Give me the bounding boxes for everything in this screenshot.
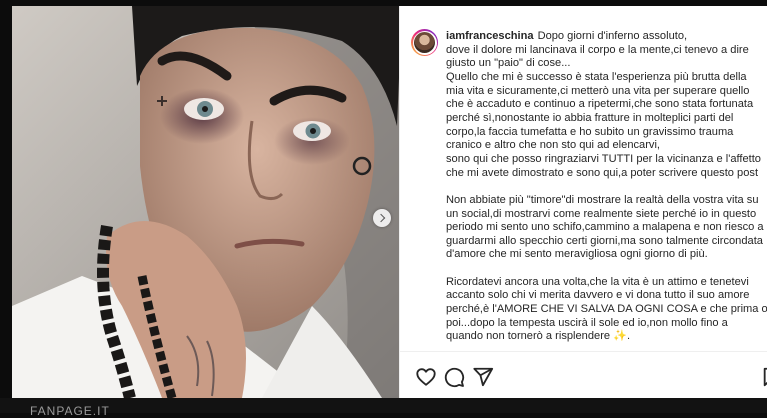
caption-text: un social,di mostrarvi come realmente si… xyxy=(446,207,757,220)
caption-text: accanto solo chi vi merita davvero e vi … xyxy=(446,289,750,302)
caption-line: d'amore che mi sento meravigliosa ogni g… xyxy=(446,248,767,262)
avatar-image xyxy=(414,32,435,53)
caption-line: poi...dopo la tempesta uscirà il sole ed… xyxy=(446,317,767,331)
caption-line: perché sì,nonostante io abbia fratture i… xyxy=(446,112,767,126)
caption-line: sono qui che posso ringraziarvi TUTTI pe… xyxy=(446,153,767,167)
caption-text: Non abbiate più "timore"di mostrare la r… xyxy=(446,193,759,206)
caption-text: quando non tornerò a risplendere xyxy=(446,330,611,343)
carousel-next-button[interactable] xyxy=(373,209,391,227)
caption-text: guardarmi allo specchio certi giorni,ma … xyxy=(446,234,763,247)
instagram-post-frame: iamfranceschina Dopo giorni d'inferno ass… xyxy=(12,6,767,398)
post-panel: iamfranceschina Dopo giorni d'inferno ass… xyxy=(399,6,767,398)
bookmark-icon[interactable] xyxy=(761,366,767,388)
caption-line: guardarmi allo specchio certi giorni,ma … xyxy=(446,235,767,249)
caption-text: perché,è l'AMORE CHE VI SALVA DA OGNI CO… xyxy=(446,303,767,316)
caption-paragraph-gap xyxy=(446,180,767,194)
comment-icon[interactable] xyxy=(443,366,465,388)
caption-line: giusto un "paio" di cose... xyxy=(446,57,767,71)
caption-line: periodo mi sento uno schifo,cammino a ma… xyxy=(446,221,767,235)
caption-text: Dopo giorni d'inferno assoluto, xyxy=(537,30,688,42)
caption-line: che mi avete dimostrato e sono qui,a pot… xyxy=(446,167,767,181)
heart-icon[interactable] xyxy=(415,366,437,388)
caption-text: giusto un "paio" di cose... xyxy=(446,57,571,70)
chevron-right-icon xyxy=(376,213,386,223)
footer-bar xyxy=(0,398,767,413)
share-icon[interactable] xyxy=(472,366,494,388)
username-link[interactable]: iamfranceschina xyxy=(446,30,534,42)
selfie-image xyxy=(12,6,399,398)
caption-text: cranico e altro che non sto qui ad elenc… xyxy=(446,139,660,152)
caption-text: che è accaduto e continuo a ripetermi,ch… xyxy=(446,98,754,111)
caption-text: corpo,la faccia tumefatta e ho subito un… xyxy=(446,125,734,138)
caption-line: dove il dolore mi lancinava il corpo e l… xyxy=(446,44,767,58)
caption-text: poi...dopo la tempesta uscirà il sole ed… xyxy=(446,316,728,329)
caption-line: cranico e altro che non sto qui ad elenc… xyxy=(446,139,767,153)
caption-line: un social,di mostrarvi come realmente si… xyxy=(446,208,767,222)
caption-line: che è accaduto e continuo a ripetermi,ch… xyxy=(446,98,767,112)
caption-line: perché,è l'AMORE CHE VI SALVA DA OGNI CO… xyxy=(446,303,767,317)
caption-line: quando non tornerò a risplendere ✨. xyxy=(446,330,767,344)
caption-text: che mi avete dimostrato e sono qui,a pot… xyxy=(446,166,759,179)
caption-line: Ricordatevi ancora una volta,che la vita… xyxy=(446,276,767,290)
caption-text: mia vita e sicuramente,ci metterò una vi… xyxy=(446,84,750,97)
caption-line: corpo,la faccia tumefatta e ho subito un… xyxy=(446,126,767,140)
caption-text: d'amore che mi sento meravigliosa ogni g… xyxy=(446,248,708,261)
watermark: FANPAGE.IT xyxy=(30,404,110,418)
caption-paragraph-gap xyxy=(446,262,767,276)
caption-text: dove il dolore mi lancinava il corpo e l… xyxy=(446,43,749,56)
caption-text: periodo mi sento uno schifo,cammino a ma… xyxy=(446,221,764,234)
post-caption: iamfranceschina Dopo giorni d'inferno ass… xyxy=(446,30,767,344)
sparkle-emoji: ✨ xyxy=(613,330,627,343)
caption-text: Ricordatevi ancora una volta,che la vita… xyxy=(446,275,749,288)
caption-area: iamfranceschina Dopo giorni d'inferno ass… xyxy=(400,6,767,351)
caption-line: accanto solo chi vi merita davvero e vi … xyxy=(446,289,767,303)
caption-text: perché sì,nonostante io abbia fratture i… xyxy=(446,111,734,124)
caption-end: . xyxy=(626,330,631,343)
caption-line: Quello che mi è successo è stata l'esper… xyxy=(446,71,767,85)
post-photo[interactable] xyxy=(12,6,399,398)
caption-text: Quello che mi è successo è stata l'esper… xyxy=(446,70,747,83)
caption-line: mia vita e sicuramente,ci metterò una vi… xyxy=(446,85,767,99)
caption-text: sono qui che posso ringraziarvi TUTTI pe… xyxy=(446,152,761,165)
avatar[interactable] xyxy=(411,29,438,56)
caption-line: iamfranceschina Dopo giorni d'inferno ass… xyxy=(446,30,767,44)
post-actions-bar xyxy=(400,351,767,398)
caption-line: Non abbiate più "timore"di mostrare la r… xyxy=(446,194,767,208)
